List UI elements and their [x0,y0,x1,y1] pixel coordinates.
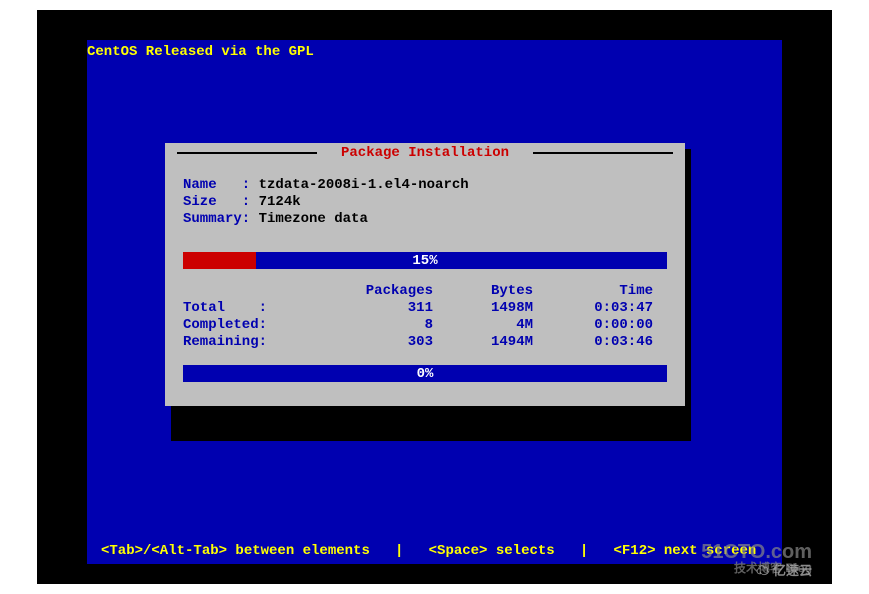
name-value: tzdata-2008i-1.el4-noarch [259,177,469,194]
remaining-bytes: 1494M [433,334,533,351]
stats-row-remaining: Remaining: 303 1494M 0:03:46 [183,334,667,351]
completed-label: Completed: [183,317,313,334]
footer-hints: <Tab>/<Alt-Tab> between elements | <Spac… [101,543,756,559]
stats-h-blank [183,283,313,300]
summary-label: Summary: [183,211,259,228]
total-packages: 311 [313,300,433,317]
stats-h-time: Time [533,283,653,300]
header-title: CentOS Released via the GPL [87,40,782,60]
watermark-main: 51CTO.com [701,542,812,562]
dialog-title: Package Installation [335,145,515,161]
size-value: 7124k [259,194,301,211]
watermark2: ☁ 亿速云 [756,560,812,579]
total-time: 0:03:47 [533,300,653,317]
stats-h-packages: Packages [313,283,433,300]
stats-row-completed: Completed: 8 4M 0:00:00 [183,317,667,334]
total-bytes: 1498M [433,300,533,317]
stats-row-total: Total : 311 1498M 0:03:47 [183,300,667,317]
package-info: Name : tzdata-2008i-1.el4-noarch Size : … [183,177,667,228]
completed-time: 0:00:00 [533,317,653,334]
stats-header: Packages Bytes Time [183,283,667,300]
completed-packages: 8 [313,317,433,334]
dialog-content: Name : tzdata-2008i-1.el4-noarch Size : … [165,163,685,406]
package-progress-text: 15% [183,252,667,269]
overall-progress-bar: 0% [183,365,667,382]
remaining-label: Remaining: [183,334,313,351]
stats-table: Packages Bytes Time Total : 311 1498M 0:… [183,283,667,351]
dialog-title-row: Package Installation [165,143,685,163]
installer-screen: CentOS Released via the GPL Package Inst… [87,40,782,564]
package-progress-bar: 15% [183,252,667,269]
remaining-packages: 303 [313,334,433,351]
console-frame: CentOS Released via the GPL Package Inst… [37,10,832,584]
summary-value: Timezone data [259,211,368,228]
total-label: Total : [183,300,313,317]
remaining-time: 0:03:46 [533,334,653,351]
stats-h-bytes: Bytes [433,283,533,300]
completed-bytes: 4M [433,317,533,334]
package-install-dialog: Package Installation Name : tzdata-2008i… [165,143,685,406]
overall-progress-text: 0% [183,365,667,382]
name-label: Name : [183,177,259,194]
size-label: Size : [183,194,259,211]
